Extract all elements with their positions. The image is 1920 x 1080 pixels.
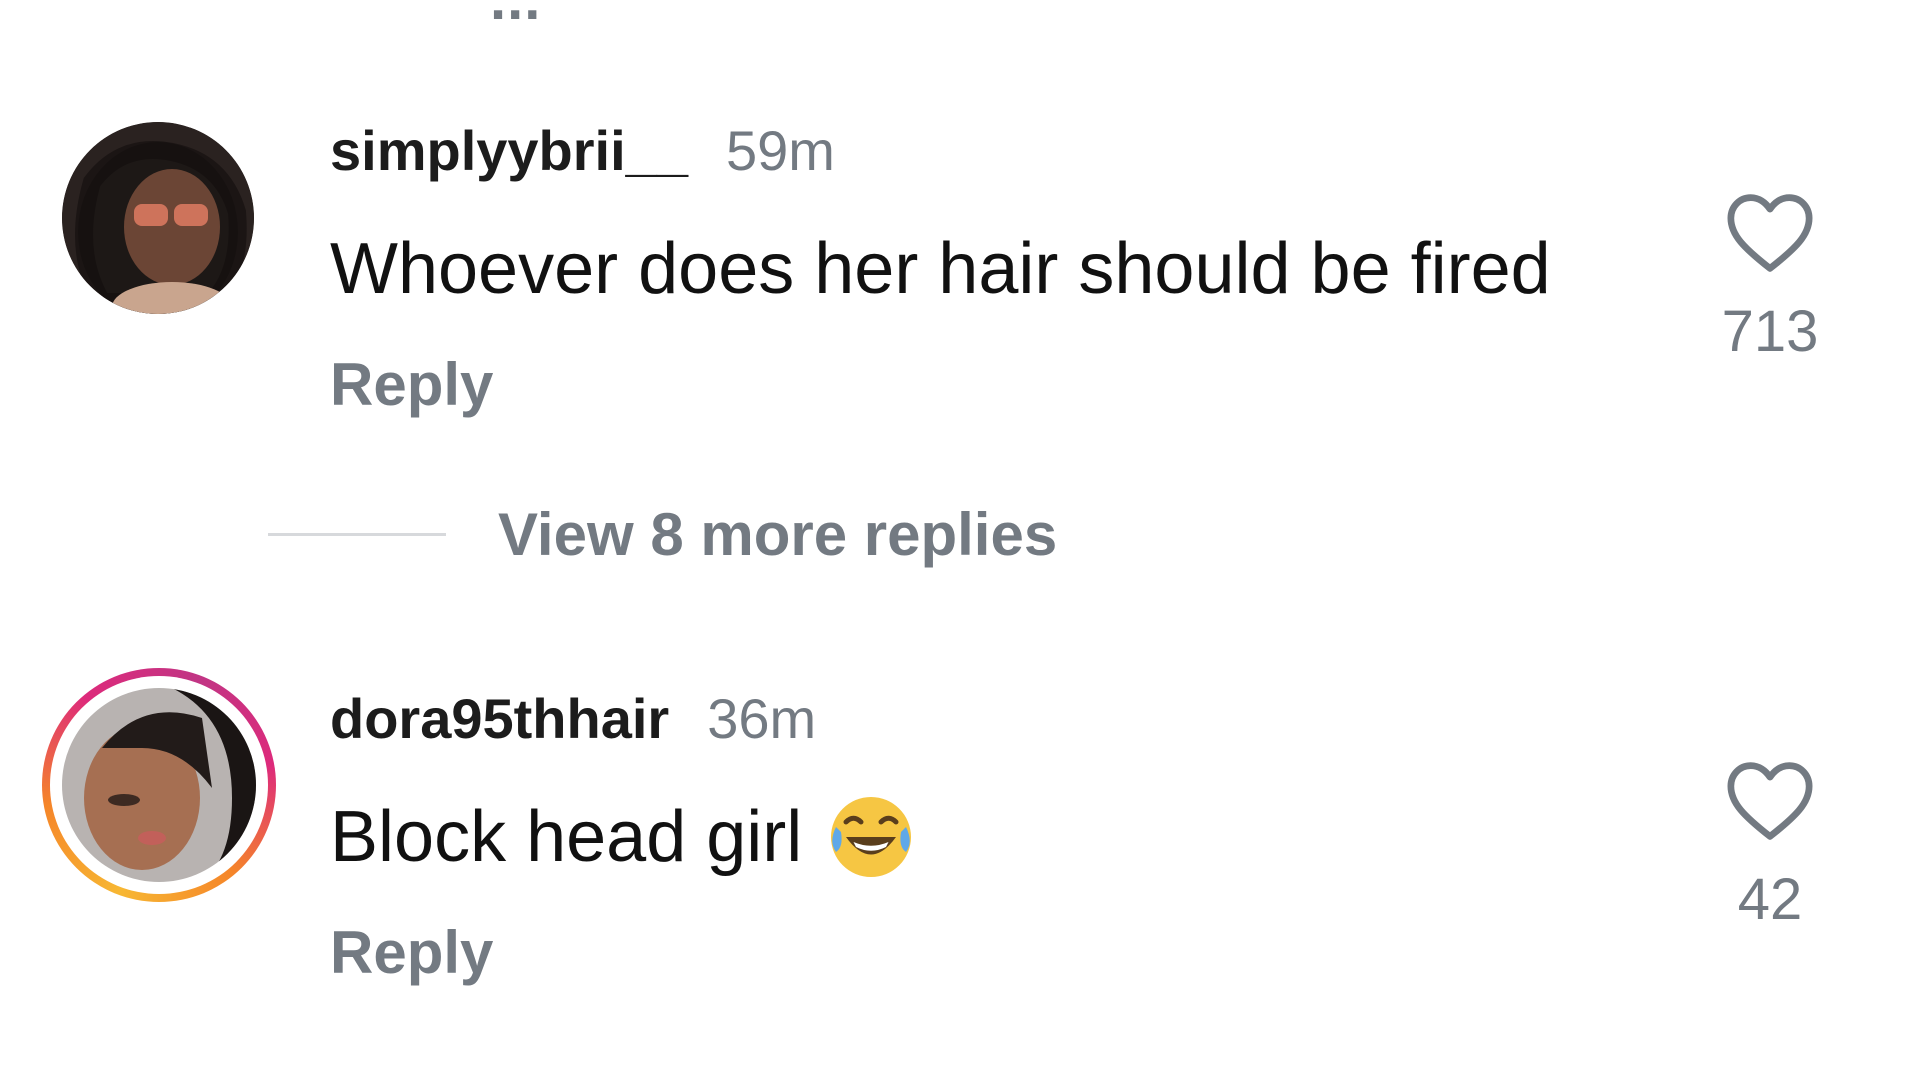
username[interactable]: dora95thhair [330,687,669,750]
timestamp: 36m [707,687,817,750]
avatar [62,688,256,882]
comment-body: Whoever does her hair should be fired [330,229,1551,309]
comment-text: Block head girl [330,792,916,882]
reply-button[interactable]: Reply [330,918,493,987]
timestamp: 59m [725,119,835,182]
like-control: 713 [1710,192,1830,365]
story-ring[interactable] [42,668,276,902]
heart-icon[interactable] [1724,760,1816,842]
view-more-replies-label: View 8 more replies [498,501,1058,568]
avatar[interactable] [62,122,254,314]
view-more-replies[interactable]: View 8 more replies [268,500,1057,569]
username[interactable]: simplyybrii__ [330,119,688,182]
avatar-image [62,688,256,882]
top-fragment-text: ... [490,0,541,33]
reply-button[interactable]: Reply [330,350,493,419]
like-count: 713 [1721,299,1819,364]
avatar-image [62,122,254,314]
face-with-tears-of-joy-icon [831,797,912,877]
like-count: 42 [1737,867,1803,932]
divider-line [268,533,446,536]
heart-icon[interactable] [1724,192,1816,274]
comment-header: simplyybrii__ 59m [330,118,835,183]
like-control: 42 [1710,760,1830,933]
comment-text: Whoever does her hair should be fired [330,228,1551,310]
comment-header: dora95thhair 36m [330,686,816,751]
comment-body: Block head girl [330,797,803,877]
